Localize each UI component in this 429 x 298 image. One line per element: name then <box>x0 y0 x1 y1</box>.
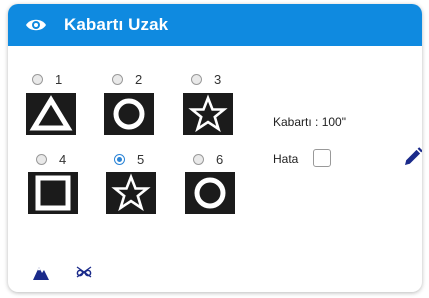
option-1-tile[interactable] <box>26 93 76 135</box>
option-6-radio[interactable] <box>193 154 204 165</box>
circle-icon <box>194 177 226 209</box>
star-icon <box>111 173 151 212</box>
triangle-icon <box>29 95 73 131</box>
option-6-label: 6 <box>216 152 224 167</box>
option-1[interactable]: 1 <box>32 72 62 87</box>
option-2-tile[interactable] <box>104 93 154 135</box>
hidden-eye-icon[interactable] <box>76 266 92 278</box>
option-1-label: 1 <box>55 72 63 87</box>
option-1-radio[interactable] <box>32 74 43 85</box>
option-6-tile[interactable] <box>185 172 235 214</box>
eye-icon <box>26 19 46 31</box>
option-2-radio[interactable] <box>112 74 123 85</box>
option-4-radio[interactable] <box>36 154 47 165</box>
panel-title: Kabartı Uzak <box>64 15 169 34</box>
option-5[interactable]: 5 <box>114 152 144 167</box>
option-6[interactable]: 6 <box>193 152 223 167</box>
option-3-label: 3 <box>214 72 222 87</box>
option-3[interactable]: 3 <box>191 72 221 87</box>
panel-header: Kabartı Uzak <box>8 4 422 46</box>
kabarti-uzak-panel: Kabartı Uzak 1 2 3 4 5 6 Kabartı: 100" … <box>8 4 422 292</box>
star-icon <box>188 94 228 133</box>
option-4-label: 4 <box>59 152 67 167</box>
option-5-radio[interactable] <box>114 154 125 165</box>
option-4-tile[interactable] <box>28 172 78 214</box>
option-3-tile[interactable] <box>183 93 233 135</box>
circle-icon <box>113 98 145 130</box>
option-5-label: 5 <box>137 152 145 167</box>
option-2-label: 2 <box>135 72 143 87</box>
option-4[interactable]: 4 <box>36 152 66 167</box>
option-5-tile[interactable] <box>106 172 156 214</box>
pencil-icon[interactable] <box>403 147 422 167</box>
option-3-radio[interactable] <box>191 74 202 85</box>
kabarti-value: Kabartı : 100" <box>273 115 346 129</box>
option-2[interactable]: 2 <box>112 72 142 87</box>
hata-checkbox[interactable] <box>313 149 331 167</box>
square-icon <box>35 175 71 211</box>
mountain-icon[interactable] <box>33 264 49 280</box>
hata-label: Hata <box>273 152 299 166</box>
